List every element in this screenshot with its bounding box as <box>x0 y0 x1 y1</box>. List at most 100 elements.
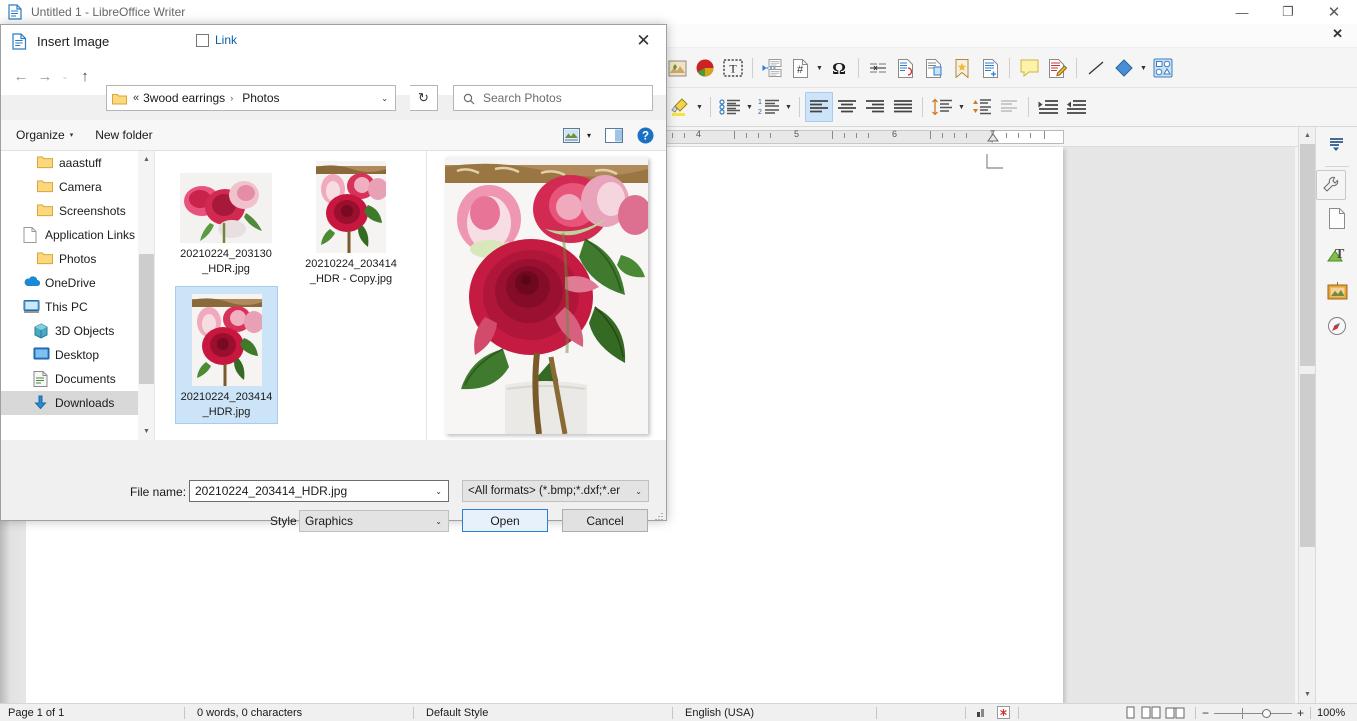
file-item-1[interactable]: 20210224_203414_HDR - Copy.jpg <box>301 161 401 290</box>
up-one-level-button[interactable]: ↑ <box>73 62 97 90</box>
unsaved-changes-icon[interactable] <box>992 706 1014 719</box>
align-left-icon[interactable] <box>805 92 833 122</box>
tree-scrollbar-thumb[interactable] <box>139 254 154 384</box>
unordered-list-icon[interactable] <box>716 92 744 122</box>
tree-item-aaastuff[interactable]: aaastuff <box>1 151 138 175</box>
tree-scroll-up-icon[interactable]: ▲ <box>138 151 155 168</box>
gallery-icon[interactable] <box>1316 272 1357 308</box>
styles-icon[interactable]: T <box>1316 236 1357 272</box>
search-box[interactable]: Search Photos <box>453 85 653 111</box>
help-icon[interactable]: ? <box>637 127 654 144</box>
paragraph-spacing-icon[interactable] <box>967 92 995 122</box>
properties-wrench-icon[interactable] <box>1316 170 1346 200</box>
scrollbar-thumb[interactable] <box>1300 144 1315 366</box>
status-page-style[interactable]: Default Style <box>418 704 668 721</box>
basic-shapes-icon[interactable] <box>1110 53 1138 83</box>
close-button[interactable]: ✕ <box>1311 0 1357 24</box>
insert-bookmark-icon[interactable] <box>920 53 948 83</box>
ruler-indent-marker[interactable] <box>984 128 1024 148</box>
line-spacing-caret-icon[interactable]: ▼ <box>956 92 967 122</box>
line-spacing-icon[interactable] <box>928 92 956 122</box>
status-word-count[interactable]: 0 words, 0 characters <box>189 704 409 721</box>
preview-pane-icon[interactable] <box>605 128 623 143</box>
style-select[interactable]: Graphics ⌄ <box>299 510 449 532</box>
address-bar[interactable]: « 3wood earrings › Photos ⌄ <box>106 85 396 111</box>
unordered-list-caret-icon[interactable]: ▼ <box>744 92 755 122</box>
page-icon[interactable] <box>1316 200 1357 236</box>
breadcrumb-overflow-icon[interactable]: « <box>133 92 139 104</box>
insert-endnote-icon[interactable] <box>892 53 920 83</box>
justified-icon[interactable] <box>889 92 917 122</box>
field-dropdown-caret-icon[interactable]: ▼ <box>814 53 825 83</box>
tree-item-onedrive[interactable]: OneDrive <box>1 271 138 295</box>
file-list[interactable]: 20210224_203130_HDR.jpg <box>156 151 426 440</box>
link-label[interactable]: Link <box>215 33 237 47</box>
chevron-down-icon[interactable]: ⌄ <box>435 517 442 526</box>
insert-footnote-icon[interactable] <box>864 53 892 83</box>
line-icon[interactable] <box>1082 53 1110 83</box>
scroll-up-icon[interactable]: ▲ <box>1299 127 1316 144</box>
document-vertical-scrollbar[interactable]: ▲ ▼ <box>1298 127 1315 703</box>
format-filter-select[interactable]: <All formats> (*.bmp;*.dxf;*.er ⌄ <box>462 480 649 502</box>
ordered-list-caret-icon[interactable]: ▼ <box>783 92 794 122</box>
cancel-button[interactable]: Cancel <box>562 509 648 532</box>
tree-item-screenshots[interactable]: Screenshots <box>1 199 138 223</box>
align-right-icon[interactable] <box>861 92 889 122</box>
tree-item-downloads[interactable]: Downloads <box>1 391 138 415</box>
text-box-icon[interactable]: T <box>719 53 747 83</box>
link-checkbox[interactable] <box>196 34 209 47</box>
resize-grip[interactable] <box>653 507 663 517</box>
open-button[interactable]: Open <box>462 509 548 532</box>
file-name-input[interactable]: 20210224_203414_HDR.jpg ⌄ <box>189 480 449 502</box>
scrollbar-thumb-lower[interactable] <box>1300 374 1315 547</box>
chevron-down-icon[interactable]: ⌄ <box>635 487 642 496</box>
status-page[interactable]: Page 1 of 1 <box>0 704 180 721</box>
bookmark-flag-icon[interactable] <box>948 53 976 83</box>
highlighting-color-icon[interactable] <box>666 92 694 122</box>
navigation-tree[interactable]: aaastuff Camera Screenshots <box>1 151 138 440</box>
tree-scroll-down-icon[interactable]: ▼ <box>138 423 155 440</box>
tree-item-camera[interactable]: Camera <box>1 175 138 199</box>
view-layout-buttons[interactable] <box>1124 706 1185 719</box>
close-document-icon[interactable]: ✕ <box>1332 26 1343 42</box>
insert-page-break-icon[interactable] <box>758 53 786 83</box>
maximize-button[interactable]: ❐ <box>1265 0 1311 24</box>
back-button[interactable]: ← <box>9 62 33 90</box>
zoom-slider[interactable]: − + <box>1200 704 1306 721</box>
dialog-titlebar[interactable]: Insert Image ✕ <box>1 25 666 57</box>
dialog-close-button[interactable]: ✕ <box>621 25 666 56</box>
scroll-down-icon[interactable]: ▼ <box>1299 686 1316 703</box>
breadcrumb-item-0[interactable]: 3wood earrings <box>143 91 225 105</box>
tree-item-documents[interactable]: Documents <box>1 367 138 391</box>
address-dropdown-caret-icon[interactable]: ⌄ <box>381 94 388 103</box>
zoom-level[interactable]: 100% <box>1315 704 1357 721</box>
link-checkbox-row[interactable]: Link <box>196 33 237 47</box>
zoom-slider-handle[interactable] <box>1262 709 1271 718</box>
file-item-0[interactable]: 20210224_203130_HDR.jpg <box>176 173 276 280</box>
selection-mode-icon[interactable] <box>970 707 992 718</box>
tree-vertical-scrollbar[interactable]: ▲ ▼ <box>138 151 155 440</box>
tree-item-3d-objects[interactable]: 3D Objects <box>1 319 138 343</box>
file-item-2[interactable]: 20210224_203414_HDR.jpg <box>175 286 278 424</box>
decrease-indent-icon[interactable] <box>1062 92 1090 122</box>
tree-item-this-pc[interactable]: This PC <box>1 295 138 319</box>
image-icon[interactable] <box>663 53 691 83</box>
zoom-out-icon[interactable]: − <box>1202 704 1209 721</box>
chevron-down-icon[interactable]: ⌄ <box>435 487 442 496</box>
track-changes-icon[interactable] <box>1043 53 1071 83</box>
view-layout-icon[interactable] <box>563 128 580 143</box>
new-folder-button[interactable]: New folder <box>95 128 152 142</box>
view-dropdown-caret-icon[interactable]: ▾ <box>587 131 591 140</box>
navigator-icon[interactable] <box>1316 308 1357 344</box>
highlighting-color-caret-icon[interactable]: ▼ <box>694 92 705 122</box>
cross-reference-icon[interactable] <box>976 53 1004 83</box>
breadcrumb-item-1[interactable]: Photos <box>242 91 279 105</box>
tree-item-application-links[interactable]: Application Links <box>1 223 138 247</box>
tree-item-photos[interactable]: Photos <box>1 247 138 271</box>
sidebar-settings-icon[interactable] <box>1316 127 1357 163</box>
field-icon[interactable]: # <box>786 53 814 83</box>
refresh-button[interactable]: ↻ <box>410 85 438 111</box>
increase-indent-icon[interactable] <box>1034 92 1062 122</box>
tree-item-desktop[interactable]: Desktop <box>1 343 138 367</box>
decrease-spacing-icon[interactable] <box>995 92 1023 122</box>
